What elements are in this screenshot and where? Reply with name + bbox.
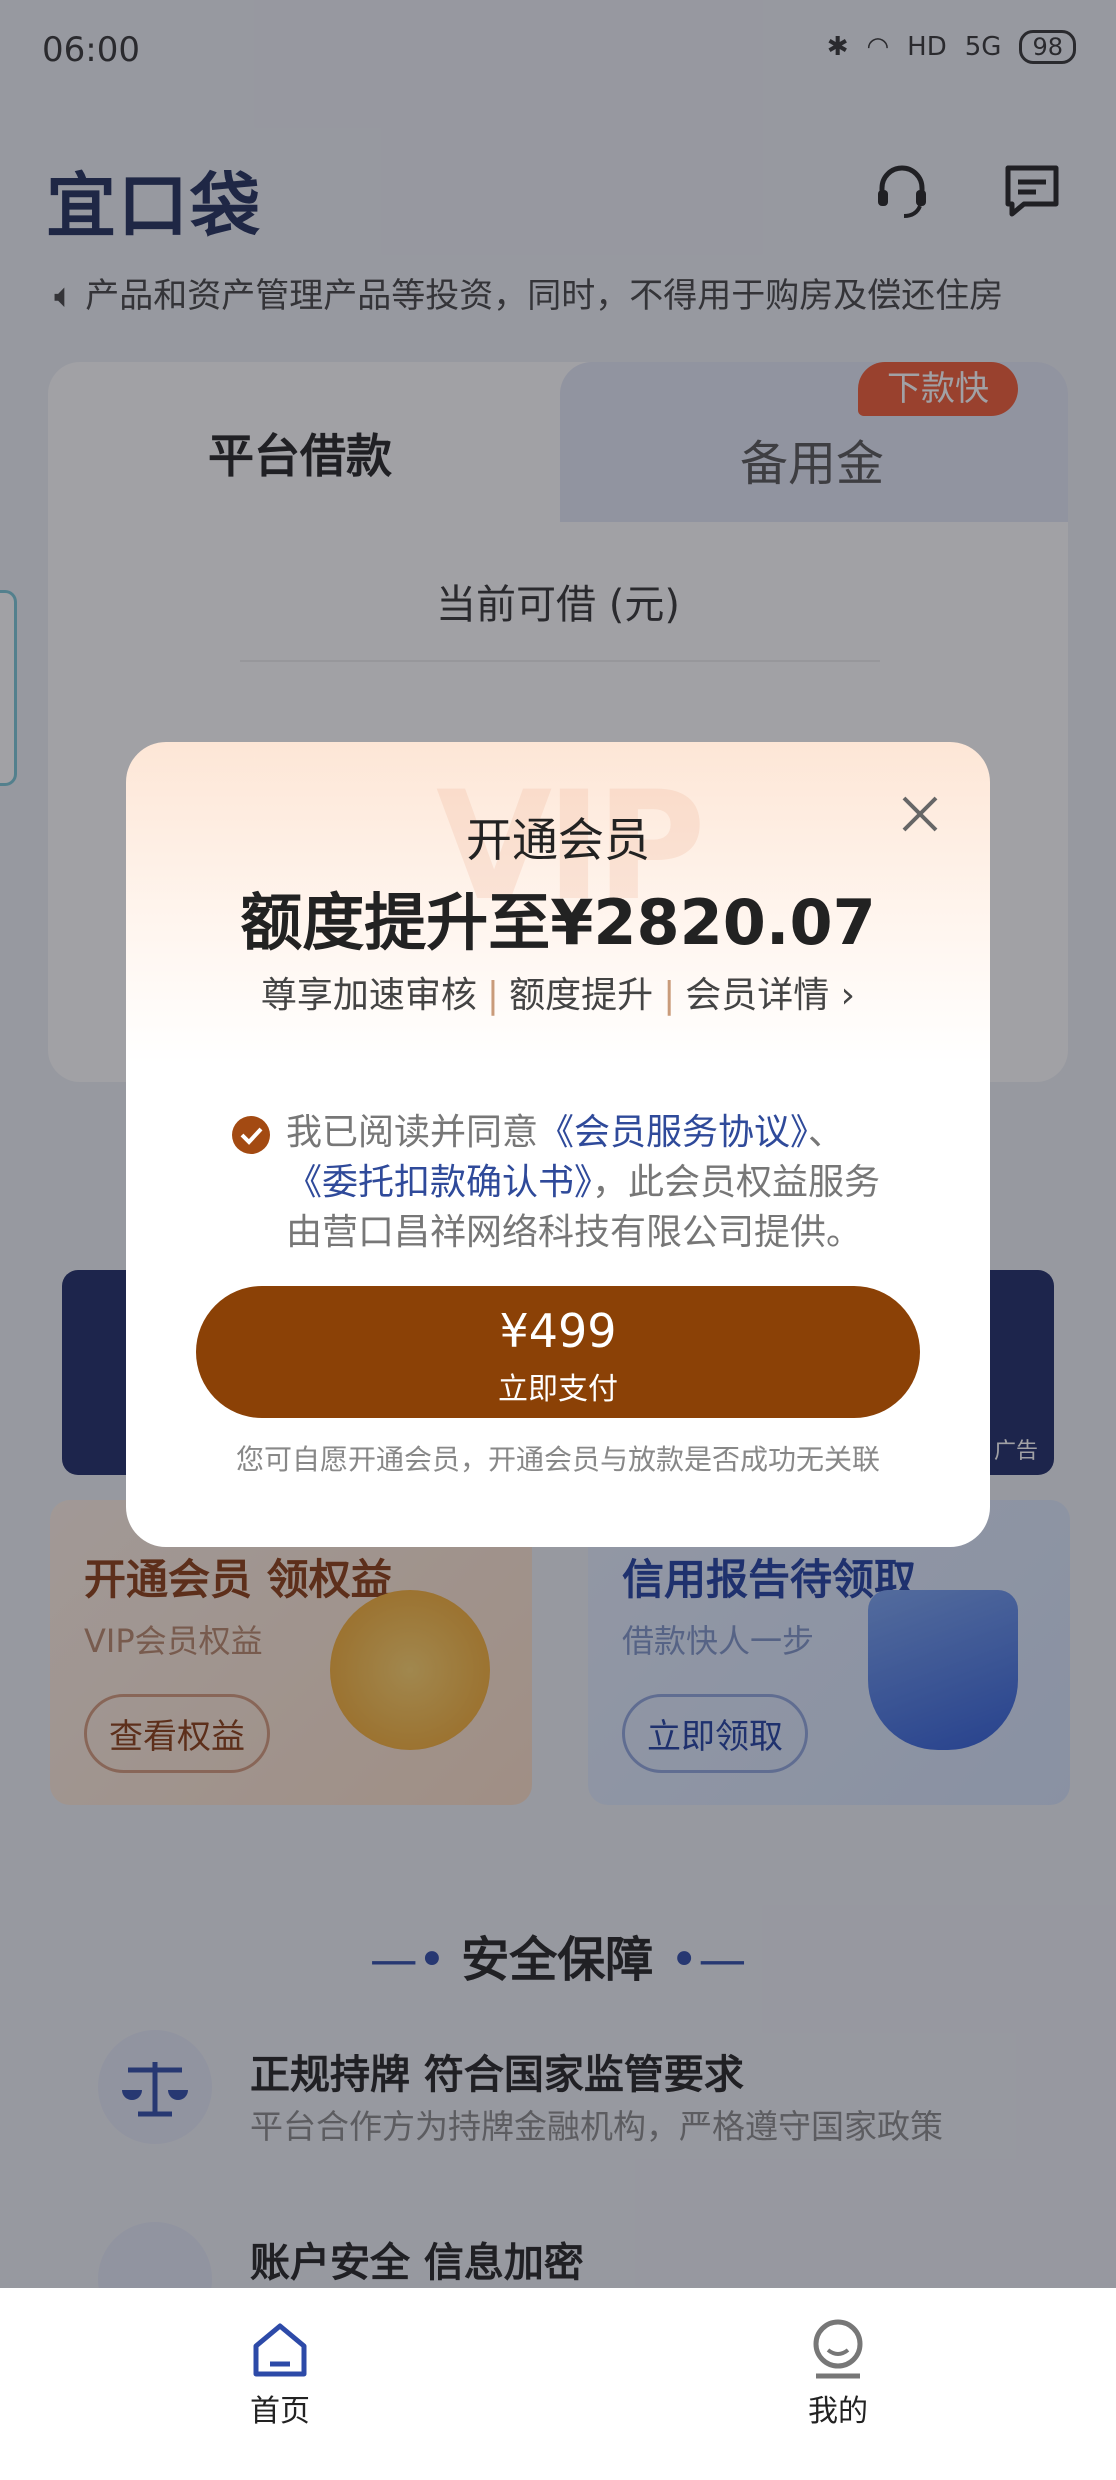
tab-mine[interactable]: 我的 [778,2318,898,2430]
pay-price: ¥499 [499,1304,617,1358]
tab-home[interactable]: 首页 [220,2318,340,2430]
pay-now-button[interactable]: ¥499 立即支付 [196,1286,920,1418]
agreement-text: 我已阅读并同意《会员服务协议》、《委托扣款确认书》，此会员权益服务由营口昌祥网络… [286,1108,896,1258]
separator: | [663,975,676,1016]
feature-fast-review: 尊享加速审核 [260,975,477,1016]
home-icon [253,2323,307,2377]
debit-authorization-link[interactable]: 《委托扣款确认书》 [286,1162,592,1203]
tab-home-label: 首页 [250,2394,310,2429]
dialog-title: 额度提升至¥2820.07 [240,886,876,959]
dialog-subtitle: 开通会员 [466,813,650,867]
check-icon [240,1127,263,1145]
agree-separator: 、 [808,1112,845,1153]
separator: | [486,975,500,1016]
member-service-agreement-link[interactable]: 《会员服务协议》 [538,1112,808,1153]
bottom-tab-bar: 首页 我的 [0,2288,1116,2480]
pay-label: 立即支付 [498,1372,618,1407]
member-details-link[interactable]: 会员详情 [685,975,829,1016]
membership-dialog: VIP 开通会员 额度提升至¥2820.07 尊享加速审核 | 额度提升 | 会员详情 … [126,742,990,1547]
tab-mine-label: 我的 [808,2394,868,2429]
profile-icon [813,2319,863,2379]
feature-limit-increase: 额度提升 [509,975,654,1016]
feature-list: 尊享加速审核 | 额度提升 | 会员详情 › [126,966,990,1018]
disclaimer-note: 您可自愿开通会员，开通会员与放款是否成功无关联 [235,1443,880,1476]
agree-prefix: 我已阅读并同意 [286,1112,539,1153]
chevron-right-icon[interactable]: › [829,975,855,1016]
agree-checkbox[interactable] [232,1116,270,1154]
